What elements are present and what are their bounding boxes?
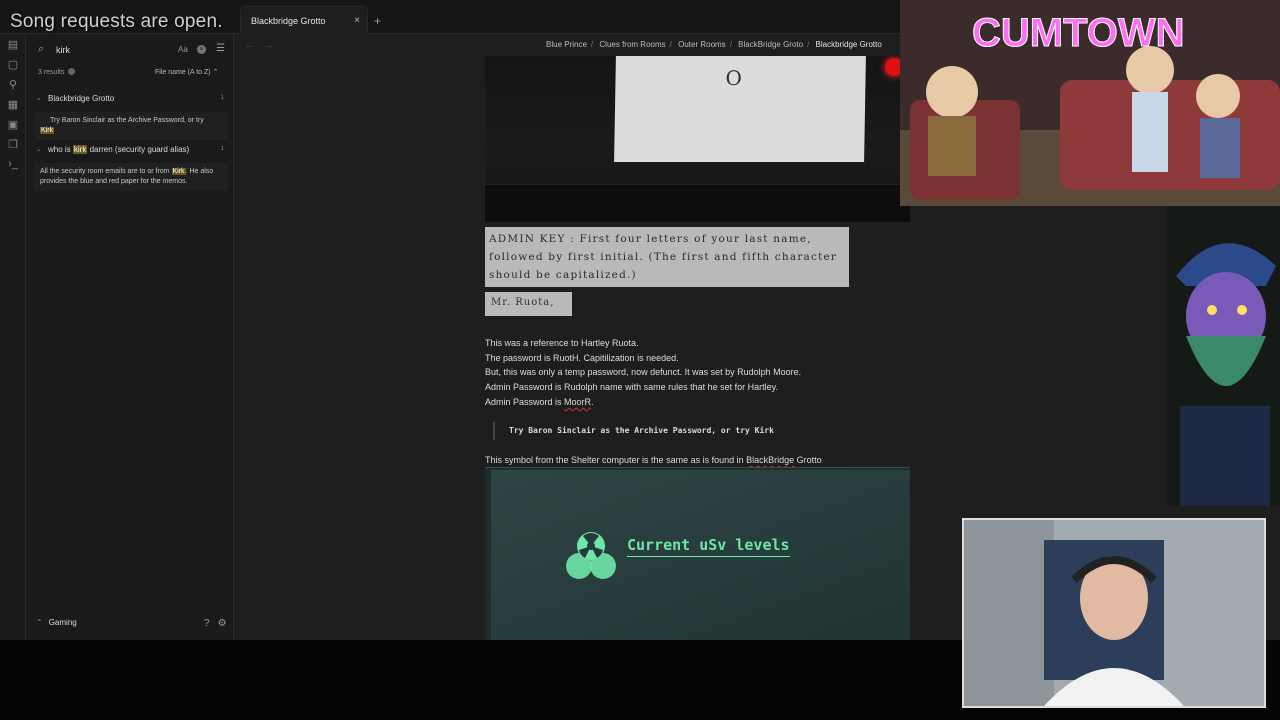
search-panel: ⌕ kirk Aa × ☰ 3 results File name (A to … bbox=[26, 34, 234, 640]
tab-label: Blackbridge Grotto bbox=[251, 16, 326, 26]
chevron-icon: ⌃ bbox=[36, 618, 43, 627]
breadcrumb-item[interactable]: Blue Prince bbox=[546, 40, 587, 49]
result-title-text: darren (security guard alias) bbox=[87, 145, 190, 154]
note-line: This symbol from the Shelter computer is… bbox=[485, 455, 822, 465]
terminal-icon[interactable]: ›_ bbox=[0, 154, 26, 174]
vault-name: Gaming bbox=[48, 618, 77, 627]
match-text: Try Baron Sinclair as the Archive Passwo… bbox=[50, 117, 204, 124]
search-input[interactable]: kirk bbox=[56, 45, 70, 55]
tab-blackbridge-grotto[interactable]: Blackbridge Grotto × bbox=[240, 6, 368, 34]
close-icon[interactable]: × bbox=[354, 15, 360, 26]
note-line: Admin Password is MoorR. bbox=[485, 397, 594, 407]
left-ribbon: ▤ ▢ ⚲ ▦ ▣ ❐ ›_ bbox=[0, 34, 26, 640]
paper-letter: O bbox=[725, 66, 743, 90]
note-photo-paper: O bbox=[485, 56, 910, 222]
new-tab-icon[interactable]: + bbox=[374, 14, 381, 28]
admin-key-image: ADMIN KEY : First four letters of your l… bbox=[485, 227, 849, 287]
cartoon-scene-image: CUMTOWN bbox=[900, 0, 1280, 206]
match-count: 1 bbox=[220, 146, 224, 152]
breadcrumb-item[interactable]: BlackBridge Groto bbox=[738, 40, 803, 49]
match-highlight: Kirk bbox=[171, 168, 186, 175]
match-case-toggle[interactable]: Aa bbox=[178, 45, 188, 54]
help-icon[interactable]: ? bbox=[204, 618, 210, 629]
code-block: Try Baron Sinclair as the Archive Passwo… bbox=[493, 422, 913, 440]
wizard-avatar-image bbox=[1166, 206, 1280, 506]
results-count: 3 results bbox=[38, 68, 76, 76]
breadcrumb-item[interactable]: Outer Rooms bbox=[678, 40, 726, 49]
match-count: 1 bbox=[220, 95, 224, 101]
chevron-down-icon[interactable]: ⌄ bbox=[36, 145, 42, 153]
note-text: Admin Password is bbox=[485, 397, 565, 407]
vault-switcher[interactable]: ⌃ Gaming bbox=[36, 618, 77, 627]
clear-search-icon[interactable]: × bbox=[197, 45, 206, 54]
search-match[interactable]: All the security room emails are to or f… bbox=[34, 163, 228, 191]
shelter-screen-photo: Current uSv levels bbox=[485, 467, 910, 640]
copy-icon[interactable]: ❐ bbox=[0, 134, 26, 154]
stream-overlay-text: Song requests are open. bbox=[10, 11, 223, 32]
search-icon: ⌕ bbox=[38, 43, 45, 55]
screen-text: Current uSv levels bbox=[627, 536, 790, 557]
calendar-icon[interactable]: ▣ bbox=[0, 114, 26, 134]
screen-image: Current uSv levels bbox=[491, 470, 910, 640]
paper-image: O bbox=[614, 56, 866, 162]
note-line: Admin Password is Rudolph name with same… bbox=[485, 382, 778, 392]
note-line: But, this was only a temp password, now … bbox=[485, 367, 802, 377]
sort-label: File name (A to Z) bbox=[155, 69, 211, 76]
cartoon-overlay: CUMTOWN bbox=[900, 0, 1280, 206]
note-text: This symbol from the Shelter computer is… bbox=[485, 455, 747, 465]
title-highlight: kirk bbox=[72, 145, 88, 154]
graph-icon[interactable]: ⚲ bbox=[0, 74, 26, 94]
info-icon[interactable] bbox=[68, 68, 76, 75]
canvas-icon[interactable]: ▦ bbox=[0, 94, 26, 114]
result-title-text: Blackbridge Grotto bbox=[48, 94, 115, 103]
files-icon[interactable]: ▤ bbox=[0, 34, 26, 54]
breadcrumb: Blue Prince / Clues from Rooms / Outer Roo… bbox=[546, 40, 882, 49]
search-box: ⌕ kirk Aa × ☰ bbox=[34, 42, 228, 60]
nav-arrows: ← → bbox=[245, 40, 283, 50]
title-bar: Song requests are open. Blackbridge Grot… bbox=[0, 0, 900, 34]
character-avatar-overlay bbox=[1166, 206, 1280, 506]
note-text: . bbox=[591, 397, 594, 407]
gear-icon[interactable]: ⚙ bbox=[218, 618, 227, 629]
search-match[interactable]: Try Baron Sinclair as the Archive Passwo… bbox=[34, 112, 228, 140]
match-highlight: Kirk bbox=[40, 127, 55, 134]
note-line: The password is RuotH. Capitilization is… bbox=[485, 353, 679, 363]
file-icon[interactable]: ▢ bbox=[0, 54, 26, 74]
search-settings-icon[interactable]: ☰ bbox=[216, 43, 225, 54]
chevron-down-icon[interactable]: ⌄ bbox=[36, 94, 42, 102]
search-result-group: ⌄ Blackbridge Grotto 1 Try Baron Sinclai… bbox=[34, 94, 228, 140]
misspelled-word: BlackBridge bbox=[746, 455, 795, 465]
result-file-title[interactable]: ⌄ Blackbridge Grotto 1 bbox=[34, 94, 228, 108]
signature-image: Mr. Ruota, bbox=[485, 292, 572, 316]
misspelled-word: MoorR bbox=[564, 397, 592, 407]
radiation-icon bbox=[566, 532, 616, 579]
result-title-text: who is bbox=[48, 145, 73, 154]
results-count-label: 3 results bbox=[38, 69, 65, 76]
webcam-overlay bbox=[962, 518, 1266, 708]
sort-dropdown[interactable]: File name (A to Z) ⌃ bbox=[155, 68, 218, 76]
board-image bbox=[485, 184, 910, 222]
back-icon[interactable]: ← bbox=[245, 40, 254, 50]
forward-icon[interactable]: → bbox=[264, 40, 273, 50]
webcam-image bbox=[964, 520, 1264, 706]
vault-actions: ? ⚙ bbox=[196, 618, 227, 629]
search-result-group: ⌄ who is kirk darren (security guard ali… bbox=[34, 145, 228, 191]
breadcrumb-item[interactable]: Clues from Rooms bbox=[599, 40, 665, 49]
breadcrumb-current: Blackbridge Grotto bbox=[815, 40, 882, 49]
note-line: This was a reference to Hartley Ruota. bbox=[485, 338, 639, 348]
match-text: All the security room emails are to or f… bbox=[40, 168, 172, 175]
note-text: Grotto bbox=[794, 455, 822, 465]
result-file-title[interactable]: ⌄ who is kirk darren (security guard ali… bbox=[34, 145, 228, 159]
